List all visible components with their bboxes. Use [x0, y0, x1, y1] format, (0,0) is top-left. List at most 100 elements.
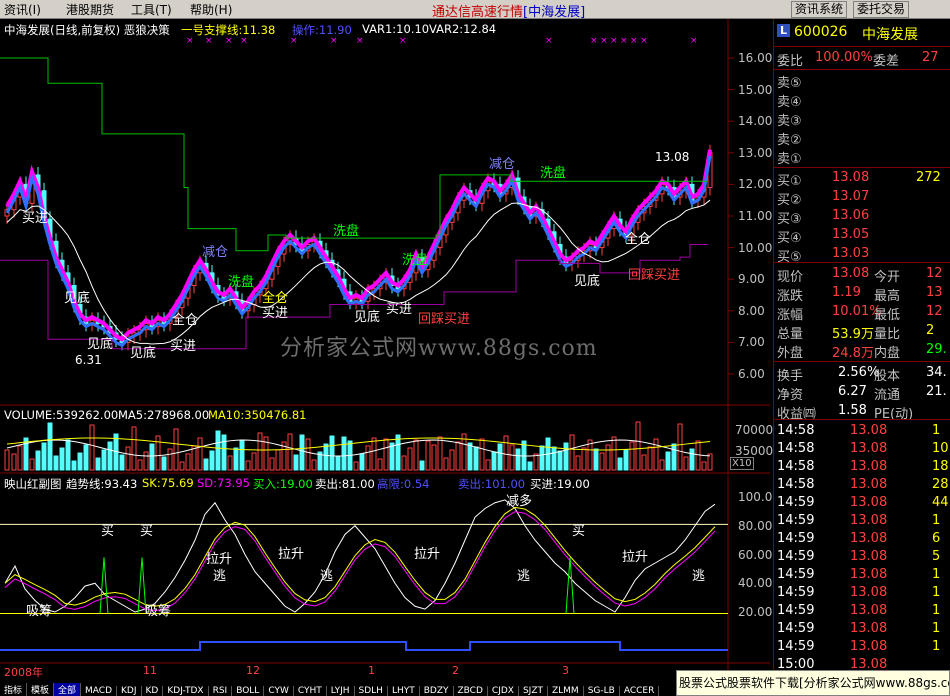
main-chart-title: 中海发展(日线,前复权) 恶狼决策	[4, 23, 170, 37]
volume-bar	[95, 457, 101, 471]
indicator-tab[interactable]: 模板	[27, 683, 55, 696]
stat-label: 最高	[874, 289, 901, 304]
volume-bar	[557, 450, 563, 471]
top-marker: ×	[630, 36, 638, 46]
time-axis-label: 2008年	[4, 666, 43, 679]
stat-label: 现价	[777, 270, 804, 285]
indicator-tab[interactable]: CJDX	[488, 686, 519, 696]
buy-price: 13.08	[832, 170, 870, 185]
tick-row: 14:59 13.08 1	[774, 602, 950, 620]
stat-row: 现价 13.08 今开 12	[774, 265, 950, 285]
volume-bar	[233, 447, 239, 471]
volume-bar	[623, 449, 629, 471]
indicator-tab[interactable]: BOLL	[232, 686, 265, 696]
var1-value: VAR1:10.10	[362, 22, 430, 36]
volume-bar	[455, 441, 461, 471]
signal-label: 见底	[87, 337, 114, 352]
menu-tools[interactable]: 工具(T)	[131, 1, 172, 18]
buy-order-row[interactable]: 买② 13.07	[774, 188, 950, 208]
indicator-tab[interactable]: KDJ-TDX	[163, 686, 209, 696]
volume-y-label: 35000	[735, 444, 774, 458]
indicator-tab[interactable]: CYW	[264, 686, 294, 696]
menu-hk-futures[interactable]: 港股期货	[66, 1, 114, 18]
tick-price: 13.08	[850, 441, 888, 456]
indicator-tab[interactable]: RSI	[209, 686, 233, 696]
status-text: 股票公式股票软件下载[分析家公式网www.88gs.com]	[676, 670, 950, 696]
tick-time: 14:58	[777, 477, 815, 492]
tick-row: 14:58 13.08 10	[774, 440, 950, 458]
volume-bar	[653, 438, 659, 471]
volume-bar	[35, 450, 41, 471]
tick-volume: 28	[932, 477, 949, 492]
volume-bar	[617, 457, 623, 471]
buy-order-row[interactable]: 买③ 13.06	[774, 207, 950, 227]
sell-order-row: 卖⑤	[774, 71, 950, 91]
indicator-tab[interactable]: LHYT	[388, 686, 420, 696]
volume-bar	[515, 448, 521, 471]
indicator-tab[interactable]: ZBCD	[454, 686, 488, 696]
volume-bar	[413, 439, 419, 471]
tick-volume: 18	[932, 459, 949, 474]
volume-bar	[503, 435, 509, 471]
stock-title: [中海发展]	[523, 5, 586, 20]
stat-value: 24.8万	[832, 346, 874, 361]
tick-time: 14:59	[777, 639, 815, 654]
sell-order-row: 卖②	[774, 128, 950, 148]
tick-price: 13.08	[850, 639, 888, 654]
volume-bar	[497, 443, 503, 471]
menu-help[interactable]: 帮助(H)	[190, 1, 232, 18]
volume-bar	[191, 445, 197, 471]
indicator-tab[interactable]: LYJH	[327, 686, 355, 696]
volume-ma10: MA10:350476.81	[208, 408, 307, 422]
indicator-tab[interactable]: KDJ	[117, 686, 142, 696]
volume-bar	[227, 455, 233, 471]
top-marker: ×	[610, 36, 618, 46]
buy-order-row[interactable]: 买① 13.08 272	[774, 169, 950, 189]
news-system-button[interactable]: 资讯系统	[791, 1, 848, 18]
trade-button[interactable]: 委托交易	[853, 1, 910, 18]
menu-info[interactable]: 资讯(I)	[4, 1, 41, 18]
top-marker: ×	[600, 36, 608, 46]
indicator-tab[interactable]: ZLMM	[548, 686, 584, 696]
indicator-signal-label: 逃	[692, 569, 706, 584]
stat-row: 涨跌 1.19 最高 13	[774, 284, 950, 304]
indicator-tab[interactable]: BDZY	[420, 686, 454, 696]
tick-time: 14:58	[777, 441, 815, 456]
stat-value: 6.27	[838, 384, 867, 399]
stat-label: 股本	[874, 369, 901, 384]
signal-label: 见底	[354, 310, 381, 325]
indicator-tab[interactable]: SG-LB	[584, 686, 620, 696]
indicator-tab[interactable]: KD	[142, 686, 164, 696]
indicator-tab[interactable]: MACD	[81, 686, 118, 696]
indicator-tab[interactable]: ACCER	[620, 686, 660, 696]
indicator-tab[interactable]: SJZT	[519, 686, 548, 696]
tick-time: 14:59	[777, 585, 815, 600]
volume-bar	[305, 438, 311, 471]
volume-bar	[611, 436, 617, 471]
stat-label: 内盘	[874, 346, 901, 361]
top-limit-value: 高限:0.54	[377, 477, 430, 491]
indicator-tab[interactable]: SDLH	[355, 686, 388, 696]
stock-code: 600026	[794, 24, 848, 40]
volume-bar	[641, 454, 647, 471]
indicator-tab[interactable]: CYHT	[294, 686, 327, 696]
price-y-label: 6.00	[738, 367, 765, 381]
indicator-signal-label: 逃	[320, 569, 334, 584]
sk-value: SK:75.69	[142, 476, 194, 490]
tick-volume: 1	[932, 567, 941, 582]
stat-value: 34.	[926, 365, 947, 380]
tick-volume: 1	[932, 639, 941, 654]
operation-value: 操作:11.90	[292, 23, 352, 37]
indicator-tab[interactable]: 全部	[54, 683, 82, 696]
indicator-tab[interactable]: 指标	[0, 683, 28, 696]
volume-bar	[173, 428, 179, 471]
price-y-label: 14.00	[738, 114, 773, 129]
price-y-label: 8.00	[738, 303, 765, 318]
buy-level-label: 买①	[777, 174, 802, 189]
signal-label: 洗盘	[540, 166, 567, 181]
buy-order-row[interactable]: 买④ 13.05	[774, 226, 950, 246]
separator	[774, 46, 950, 47]
volume-bar	[539, 445, 545, 471]
stat-row: 外盘 24.8万 内盘 29.	[774, 341, 950, 361]
buy-level-label: 买④	[777, 231, 802, 246]
